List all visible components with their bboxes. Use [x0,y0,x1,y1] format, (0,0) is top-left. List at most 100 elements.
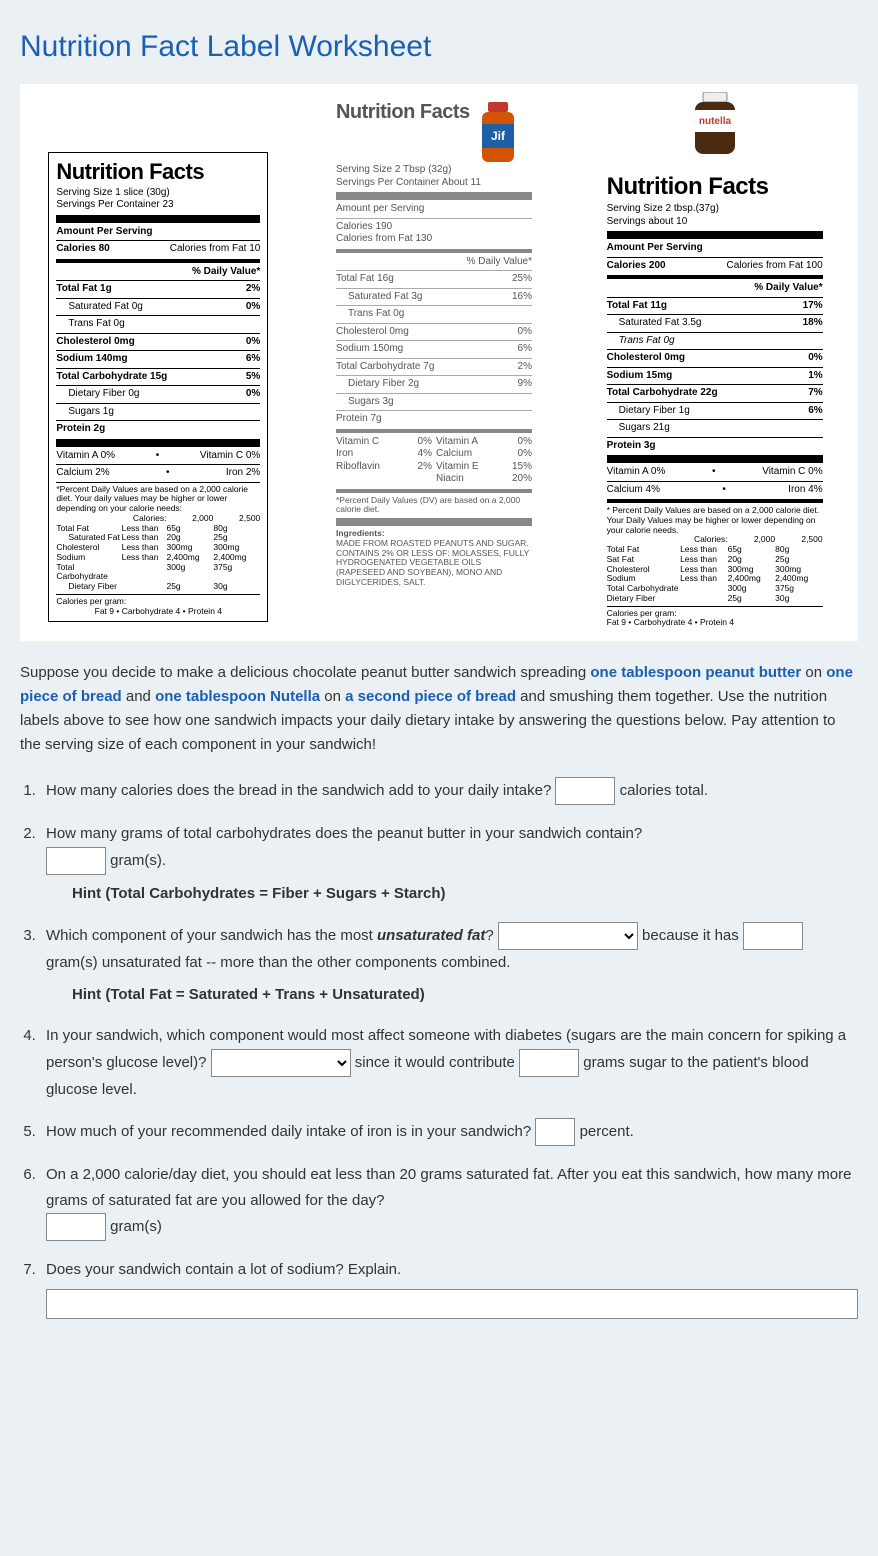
q2-input[interactable] [46,847,106,875]
bread-t6d: 30g [213,582,260,592]
q1-text-a: How many calories does the bread in the … [46,782,555,799]
jif-va: Vitamin A [436,436,478,449]
bread-sf: Saturated Fat 0g [56,301,143,314]
jif-serving: Serving Size 2 Tbsp (32g) [336,164,532,177]
q5-text-b: percent. [580,1123,634,1140]
scenario-e2: one tablespoon Nutella [155,688,320,705]
jif-ch: Cholesterol 0mg [336,326,409,339]
jif-df: Dietary Fiber 2g [336,378,419,391]
nutella-cpg2: Fat 9 • Carbohydrate 4 • Protein 4 [607,618,823,628]
bread-pr: Protein 2g [56,423,260,436]
question-3: Which component of your sandwich has the… [40,922,858,1007]
bread-t5a: Total Carbohydrate [56,563,121,583]
q3-hint: Hint (Total Fat = Saturated + Trans + Un… [72,982,858,1008]
jif-dv: % Daily Value* [336,256,532,269]
q3-text-b: ? [485,927,498,944]
bread-va: Vitamin A 0% [56,450,115,463]
bread-su: Sugars 1g [56,406,260,419]
scenario-t2: and [122,688,155,705]
nutella-note: * Percent Daily Values are based on a 2,… [607,506,823,535]
jif-aps: Amount per Serving [336,203,532,216]
q5-input[interactable] [535,1118,575,1146]
bread-vc: Vitamin C 0% [200,450,260,463]
jif-servings: Servings Per Container About 11 [336,177,532,190]
bread-df: Dietary Fiber 0g [56,388,139,401]
q1-input[interactable] [555,777,615,805]
nutella-trf: Trans Fat 0g [607,335,823,348]
nutella-df-dv: 6% [808,405,822,418]
bread-fe: Iron 2% [226,467,260,480]
q2-hint: Hint (Total Carbohydrates = Fiber + Suga… [72,881,858,907]
jif-title: Nutrition Facts [336,102,470,122]
bread-t5d: 375g [213,563,260,583]
q5-text-a: How much of your recommended daily intak… [46,1123,535,1140]
scenario-text: Suppose you decide to make a delicious c… [20,661,858,757]
bread-ca: Calcium 2% [56,467,109,480]
scenario-t3: on [320,688,345,705]
nutella-cal: Calories 200 [607,260,666,273]
q4-input[interactable] [519,1049,579,1077]
bread-t4b: Less than [122,553,167,563]
jif-tf: Total Fat 16g [336,273,394,286]
question-4: In your sandwich, which component would … [40,1023,858,1102]
bread-title: Nutrition Facts [56,158,260,186]
bread-t6a: Dietary Fiber [56,582,121,592]
nutella-tc-dv: 7% [808,387,822,400]
bread-t5c: 300g [166,563,213,583]
question-7: Does your sandwich contain a lot of sodi… [40,1257,858,1319]
bread-ch-dv: 0% [246,336,260,349]
jif-ing: MADE FROM ROASTED PEANUTS AND SUGAR. CON… [336,539,532,588]
nutella-ch: Cholesterol 0mg [607,352,685,365]
jif-ni-dv: 20% [512,473,532,486]
q3-text-a: Which component of your sandwich has the… [46,927,377,944]
bread-ch: Cholesterol 0mg [56,336,134,349]
jif-df-dv: 9% [518,378,532,391]
q7-input[interactable] [46,1289,858,1319]
bread-label: Nutrition Facts Serving Size 1 slice (30… [48,152,268,622]
q3-emph: unsaturated fat [377,927,485,944]
bread-cpg2: Fat 9 • Carbohydrate 4 • Protein 4 [56,607,260,617]
q4-select[interactable] [211,1049,351,1077]
nutella-ch-dv: 0% [808,352,822,365]
nutella-cff: Calories from Fat 100 [726,260,822,273]
q3-input[interactable] [743,922,803,950]
nutella-vc: Vitamin C 0% [762,466,822,479]
q6-input[interactable] [46,1213,106,1241]
jif-ni: Niacin [436,473,464,486]
q6-text-a: On a 2,000 calorie/day diet, you should … [46,1166,851,1209]
bread-so: Sodium 140mg [56,353,127,366]
q3-text-c: because it has [642,927,743,944]
bread-tf-dv: 2% [246,283,260,296]
bread-so-dv: 6% [246,353,260,366]
jif-note: *Percent Daily Values (DV) are based on … [336,496,532,516]
bread-cal: Calories 80 [56,243,109,256]
nutella-jar-icon: nutella [600,92,830,163]
nutella-tf-dv: 17% [803,300,823,313]
nutella-df: Dietary Fiber 1g [607,405,690,418]
q7-text: Does your sandwich contain a lot of sodi… [46,1261,401,1278]
nutella-serving: Serving Size 2 tbsp.(37g) [607,203,823,216]
q6-text-b: gram(s) [110,1218,162,1235]
jif-pr: Protein 7g [336,413,532,426]
bread-serving: Serving Size 1 slice (30g) [56,187,260,200]
jif-vc: Vitamin C [336,436,379,449]
jif-cff: Calories from Fat 130 [336,233,532,246]
bread-servings: Servings Per Container 23 [56,199,260,212]
question-6: On a 2,000 calorie/day diet, you should … [40,1162,858,1241]
q3-select[interactable] [498,922,638,950]
q1-text-b: calories total. [620,782,708,799]
question-2: How many grams of total carbohydrates do… [40,821,858,906]
jif-ve-dv: 15% [512,461,532,474]
scenario-e3: a second piece of bread [345,688,516,705]
jif-fe: Iron [336,448,353,461]
jif-column: Nutrition Facts Jif Serving Size 2 Tbsp … [329,92,539,593]
jif-sf-dv: 16% [512,291,532,304]
svg-text:Jif: Jif [491,129,506,143]
nutella-aps: Amount Per Serving [607,242,823,255]
jif-rb-dv: 2% [418,461,432,474]
nutella-tc: Total Carbohydrate 22g [607,387,718,400]
jif-vc-dv: 0% [418,436,432,449]
jif-sf: Saturated Fat 3g [336,291,423,304]
bread-t6c: 25g [166,582,213,592]
jif-fe-dv: 4% [418,448,432,461]
